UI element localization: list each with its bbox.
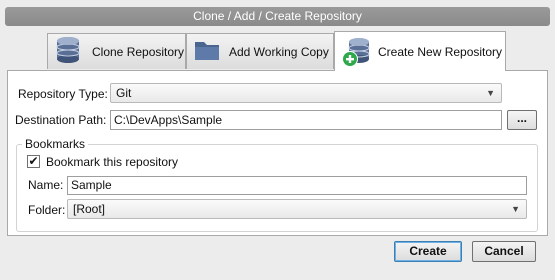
tab-clone-repository[interactable]: Clone Repository (47, 33, 186, 69)
tab-create-new-repository[interactable]: Create New Repository (334, 31, 506, 71)
checkmark-icon: ✔ (28, 154, 39, 168)
tab-label: Create New Repository (378, 44, 503, 59)
repository-type-label: Repository Type: (18, 87, 108, 101)
bookmarks-group-title: Bookmarks (22, 137, 89, 151)
repository-type-select[interactable]: Git ▼ (110, 83, 502, 103)
dialog-window: Clone / Add / Create Repository Clone Re… (0, 0, 555, 280)
database-add-icon (341, 36, 373, 68)
window-title: Clone / Add / Create Repository (5, 7, 550, 26)
repository-type-value: Git (116, 86, 132, 100)
name-input[interactable]: Sample (67, 176, 527, 195)
chevron-down-icon: ▼ (486, 88, 495, 98)
bookmark-checkbox[interactable]: ✔ (27, 155, 40, 168)
name-value: Sample (71, 178, 112, 192)
folder-select[interactable]: [Root] ▼ (67, 199, 527, 219)
name-label: Name: (28, 178, 64, 192)
chevron-down-icon: ▼ (511, 204, 520, 214)
folder-value: [Root] (73, 202, 106, 216)
create-button[interactable]: Create (394, 241, 462, 262)
database-icon (54, 35, 84, 68)
folder-icon (193, 37, 221, 66)
folder-label: Folder: (28, 203, 66, 217)
destination-path-value: C:\DevApps\Sample (114, 113, 223, 127)
bookmark-checkbox-label[interactable]: Bookmark this repository (46, 155, 178, 169)
browse-button[interactable]: ... (507, 110, 537, 130)
tab-label: Add Working Copy (229, 44, 329, 59)
tab-add-working-copy[interactable]: Add Working Copy (186, 33, 334, 69)
tab-label: Clone Repository (92, 44, 185, 59)
destination-path-label: Destination Path: (15, 113, 107, 127)
destination-path-input[interactable]: C:\DevApps\Sample (110, 110, 502, 130)
cancel-button[interactable]: Cancel (472, 241, 536, 262)
